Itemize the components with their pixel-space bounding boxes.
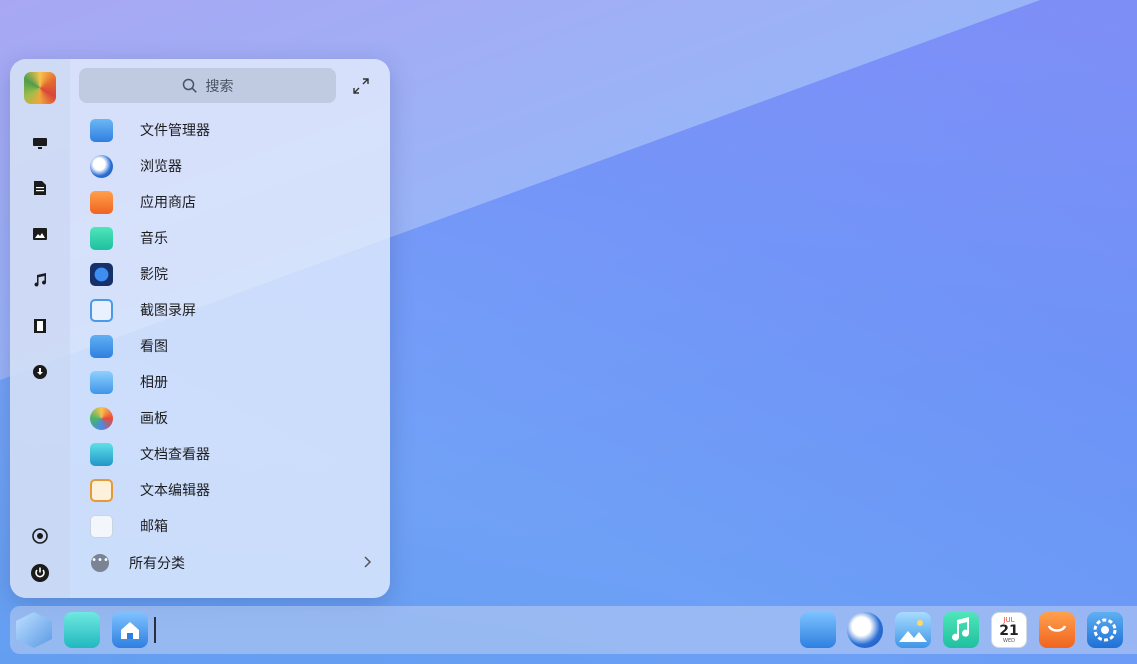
app-label: 相册 [140,375,168,391]
settings-icon[interactable] [1087,612,1123,648]
browser-icon [90,155,113,178]
calendar-weekday: WED [1003,638,1015,644]
film-icon[interactable] [28,314,52,338]
app-list: 文件管理器 浏览器 应用商店 音乐 影院 截图录屏 看图 相册 画板 文档查看器… [80,112,390,544]
music-app-icon [90,227,113,250]
app-label: 截图录屏 [140,303,196,319]
search-input[interactable]: 搜索 [79,68,336,103]
app-label: 看图 [140,339,168,355]
app-item-file-manager[interactable]: 文件管理器 [80,112,390,148]
app-item-browser[interactable]: 浏览器 [80,148,390,184]
settings-icon[interactable] [28,524,52,548]
app-label: 文档查看器 [140,447,210,463]
app-item-text-editor[interactable]: 文本编辑器 [80,472,390,508]
album-icon [90,371,113,394]
app-item-draw[interactable]: 画板 [80,400,390,436]
album-icon[interactable] [895,612,931,648]
app-label: 邮箱 [140,519,168,535]
file-manager-icon[interactable] [800,612,836,648]
document-viewer-icon [90,443,113,466]
browser-icon[interactable] [847,612,883,648]
monitor-icon[interactable] [28,132,52,156]
app-label: 浏览器 [140,159,182,175]
app-item-album[interactable]: 相册 [80,364,390,400]
app-store-icon [90,191,113,214]
app-label: 影院 [140,267,168,283]
app-item-app-store[interactable]: 应用商店 [80,184,390,220]
avatar[interactable] [24,72,56,104]
text-editor-icon [90,479,113,502]
calendar-icon[interactable]: JUL 21 WED [991,612,1027,648]
image-viewer-icon [90,335,113,358]
calendar-day: 21 [999,623,1019,639]
movie-app-icon [90,263,113,286]
picture-icon[interactable] [28,222,52,246]
mail-icon [90,515,113,538]
download-icon[interactable] [28,360,52,384]
search-icon [182,78,197,93]
launcher-panel: 搜索 文件管理器 浏览器 应用商店 音乐 影院 截图录屏 看图 相册 画板 文档… [10,59,390,598]
home-icon[interactable] [112,612,148,648]
app-item-screenshot[interactable]: 截图录屏 [80,292,390,328]
expand-icon[interactable] [352,77,370,95]
dock-separator [154,617,156,643]
app-item-image-viewer[interactable]: 看图 [80,328,390,364]
chevron-right-icon [364,556,372,568]
document-icon[interactable] [28,176,52,200]
app-item-movie[interactable]: 影院 [80,256,390,292]
draw-icon [90,407,113,430]
app-label: 文件管理器 [140,123,210,139]
search-placeholder: 搜索 [205,78,234,95]
app-label: 音乐 [140,231,168,247]
app-label: 应用商店 [140,195,196,211]
app-label: 文本编辑器 [140,483,210,499]
multitask-icon[interactable] [64,612,100,648]
app-item-document-viewer[interactable]: 文档查看器 [80,436,390,472]
music-app-icon[interactable] [943,612,979,648]
screenshot-icon [90,299,113,322]
all-categories-label: 所有分类 [129,556,185,572]
app-item-mail[interactable]: 邮箱 [80,508,390,544]
app-item-music[interactable]: 音乐 [80,220,390,256]
app-label: 画板 [140,411,168,427]
all-categories-button[interactable]: ••• 所有分类 [80,546,390,580]
launcher-sidebar [10,59,70,598]
music-note-icon[interactable] [28,268,52,292]
more-icon: ••• [91,554,109,572]
app-store-icon[interactable] [1039,612,1075,648]
power-icon[interactable] [28,561,52,585]
file-manager-icon [90,119,113,142]
